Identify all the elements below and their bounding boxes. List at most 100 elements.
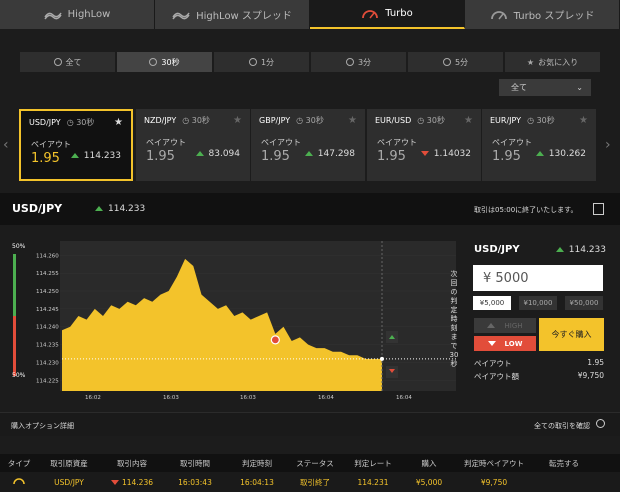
chevron-left-icon[interactable]: ‹ (3, 137, 9, 153)
card-rate-value: 130.262 (548, 149, 586, 159)
filter-5m[interactable]: 5分 (408, 52, 503, 72)
column-header: 判定レート (354, 458, 392, 468)
column-header: 取引時間 (180, 458, 210, 468)
tab-turbo[interactable]: Turbo (310, 0, 465, 29)
amount-input[interactable] (473, 265, 603, 291)
y-tick-label: 114.245 (36, 307, 59, 313)
y-tick-label: 114.255 (36, 271, 59, 277)
asset-card-eurjpy[interactable]: EUR/JPY ◷ 30秒 ★ ペイアウト 1.95 130.262 (482, 109, 596, 181)
payout-label: ペイアウト (474, 359, 512, 368)
trade-panel: USD/JPY 114.233 ¥5,000 ¥10,000 ¥50,000 H… (470, 236, 610, 384)
table-cell: 114.236 (100, 478, 164, 487)
card-rate-value: 83.094 (208, 149, 241, 159)
countdown-char: で (451, 342, 458, 350)
pct-high: 50% (12, 243, 26, 250)
highlow-icon (44, 12, 62, 19)
tab-highlow[interactable]: HighLow (0, 0, 155, 29)
countdown-char: 次 (451, 269, 458, 278)
x-tick-label: 16:03 (163, 395, 179, 401)
preset-10000[interactable]: ¥10,000 (519, 296, 557, 310)
asset-card-usdjpy[interactable]: USD/JPY ◷ 30秒 ★ ペイアウト 1.95 114.233 (19, 109, 133, 181)
favorite-star-icon[interactable]: ★ (233, 115, 242, 126)
payout-row: ペイアウト 1.95 (474, 358, 604, 369)
trade-pair: USD/JPY (474, 244, 520, 255)
tab-turbo-spread[interactable]: Turbo スプレッド (465, 0, 620, 29)
high-button[interactable]: HIGH (474, 318, 536, 333)
countdown-char: ま (451, 333, 458, 341)
high-label: HIGH (504, 321, 523, 330)
card-rate: 1.14032 (420, 149, 471, 159)
asset-card-gbpjpy[interactable]: GBP/JPY ◷ 30秒 ★ ペイアウト 1.95 147.298 (251, 109, 365, 181)
filter-3m[interactable]: 3分 (311, 52, 406, 72)
card-payout-label: ペイアウト (377, 138, 417, 147)
asset-rate-value: 114.233 (108, 204, 146, 214)
table-cell: ¥9,750 (480, 477, 508, 487)
y-tick-label: 114.260 (36, 253, 59, 259)
asset-rate: 114.233 (95, 204, 145, 214)
card-duration-text: 30秒 (76, 118, 95, 127)
up-arrow-icon (555, 247, 564, 252)
countdown-char: 時 (451, 315, 458, 323)
card-payout: 1.95 (377, 149, 406, 164)
card-payout: 1.95 (492, 149, 521, 164)
pct-low: 50% (12, 372, 26, 379)
clock-icon (53, 58, 62, 66)
details-title: 購入オプション詳細 (11, 422, 74, 430)
chevron-down-icon: ⌄ (576, 83, 583, 92)
countdown-char: 30 (450, 351, 459, 359)
column-header: タイプ (7, 458, 31, 468)
card-duration: ◷ 30秒 (296, 116, 324, 125)
chevron-right-icon[interactable]: › (605, 137, 611, 153)
tab-turbo-spread-label: Turbo スプレッド (513, 11, 595, 22)
filter-30s[interactable]: 30秒 (117, 52, 212, 72)
filter-all[interactable]: 全て (20, 52, 115, 72)
filter-label: 30秒 (161, 57, 180, 67)
filter-label: 3分 (357, 57, 372, 67)
low-button[interactable]: LOW (474, 336, 536, 351)
turbo-spread-gauge-icon (490, 11, 507, 20)
up-arrow-icon (95, 206, 103, 211)
column-header: 取引原資産 (50, 458, 88, 468)
card-rate: 130.262 (535, 149, 586, 159)
asset-card-eurusd[interactable]: EUR/USD ◷ 30秒 ★ ペイアウト 1.95 1.14032 (367, 109, 481, 181)
x-tick-label: 16:04 (396, 395, 412, 401)
card-duration: ◷ 30秒 (417, 116, 445, 125)
search-icon[interactable] (596, 419, 605, 428)
x-tick-label: 16:03 (240, 395, 256, 401)
favorite-star-icon[interactable]: ★ (348, 115, 357, 126)
tab-highlow-spread[interactable]: HighLow スプレッド (155, 0, 310, 29)
y-tick-label: 114.225 (36, 378, 59, 384)
asset-card-nzdjpy[interactable]: NZD/JPY ◷ 30秒 ★ ペイアウト 1.95 83.094 (136, 109, 250, 181)
tab-turbo-label: Turbo (385, 8, 413, 19)
countdown-char: 判 (451, 296, 458, 305)
preset-5000[interactable]: ¥5,000 (473, 296, 511, 310)
category-select[interactable]: 全て ⌄ (499, 79, 591, 96)
y-tick-label: 114.230 (36, 360, 59, 366)
purchase-details-bar: 購入オプション詳細 全ての取引を確認 (0, 412, 620, 436)
clock-icon (442, 58, 451, 66)
card-duration-text: 30秒 (536, 116, 555, 125)
price-chart: 50% 50% 114.260 114.255 114.250 114.245 114.… (10, 236, 462, 404)
card-payout-label: ペイアウト (146, 138, 186, 147)
filter-favorites[interactable]: ★ お気に入り (505, 52, 600, 72)
buy-now-button[interactable]: 今すぐ購入 (539, 318, 604, 351)
view-all-trades-link[interactable]: 全ての取引を確認 (534, 421, 590, 431)
x-tick-label: 16:02 (85, 395, 101, 401)
entry-marker (270, 335, 280, 345)
filter-1m[interactable]: 1分 (214, 52, 309, 72)
table-cell (0, 477, 38, 487)
card-pair: EUR/JPY (490, 116, 522, 125)
y-tick-label: 114.240 (36, 325, 59, 331)
card-rate: 147.298 (304, 149, 355, 159)
favorite-star-icon[interactable]: ★ (579, 115, 588, 126)
card-rate: 114.233 (70, 151, 121, 161)
preset-50000[interactable]: ¥50,000 (565, 296, 603, 310)
payout-amount-label: ペイアウト額 (474, 372, 519, 381)
low-label: LOW (504, 339, 523, 348)
favorite-star-icon[interactable]: ★ (114, 117, 123, 128)
clock-icon (345, 58, 354, 66)
card-duration: ◷ 30秒 (182, 116, 210, 125)
favorite-star-icon[interactable]: ★ (464, 115, 473, 126)
column-header: 取引内容 (117, 458, 147, 468)
calendar-icon[interactable] (593, 203, 604, 215)
